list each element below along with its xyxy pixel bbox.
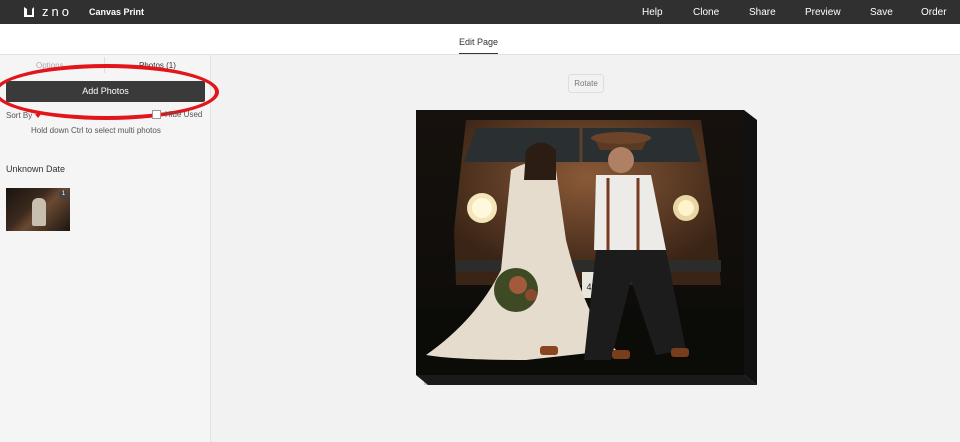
tab-photos[interactable]: Photos (1) — [139, 61, 176, 70]
hide-used-checkbox[interactable] — [152, 110, 161, 119]
canvas-print-preview[interactable]: 494 — [416, 110, 757, 385]
save-button[interactable]: Save — [870, 7, 893, 18]
sub-bar: Edit Page — [0, 24, 960, 55]
add-photos-button[interactable]: Add Photos — [6, 81, 205, 102]
hide-used-toggle[interactable]: Hide Used — [152, 110, 202, 119]
tab-options[interactable]: Options — [36, 61, 64, 70]
sidebar: Options Photos (1) Add Photos Sort By Hi… — [0, 55, 219, 442]
help-link[interactable]: Help — [642, 7, 663, 18]
photo-thumbnail[interactable]: 1 — [6, 188, 70, 231]
order-button[interactable]: Order — [921, 7, 947, 18]
chevron-down-icon — [35, 113, 42, 118]
canvas-photo: 494 — [416, 110, 757, 385]
share-button[interactable]: Share — [749, 7, 776, 18]
date-group-header: Unknown Date — [6, 164, 66, 174]
logo[interactable]: zno — [24, 4, 72, 19]
sort-by-label: Sort By — [6, 111, 33, 120]
usage-count-badge: 1 — [59, 190, 68, 199]
tab-edit-page[interactable]: Edit Page — [459, 37, 499, 54]
preview-button[interactable]: Preview — [805, 7, 841, 18]
thumbnail-image — [32, 198, 46, 226]
logo-icon — [24, 7, 34, 17]
sort-by-dropdown[interactable]: Sort By — [6, 111, 42, 120]
product-title: Canvas Print — [89, 7, 145, 17]
rotate-button[interactable]: Rotate — [568, 74, 604, 93]
multi-select-hint: Hold down Ctrl to select multi photos — [31, 126, 161, 135]
logo-text: zno — [42, 4, 72, 19]
tab-divider — [104, 57, 105, 73]
hide-used-label: Hide Used — [165, 110, 203, 119]
top-bar: zno Canvas Print Help Clone Share Previe… — [0, 0, 960, 24]
clone-button[interactable]: Clone — [693, 7, 719, 18]
